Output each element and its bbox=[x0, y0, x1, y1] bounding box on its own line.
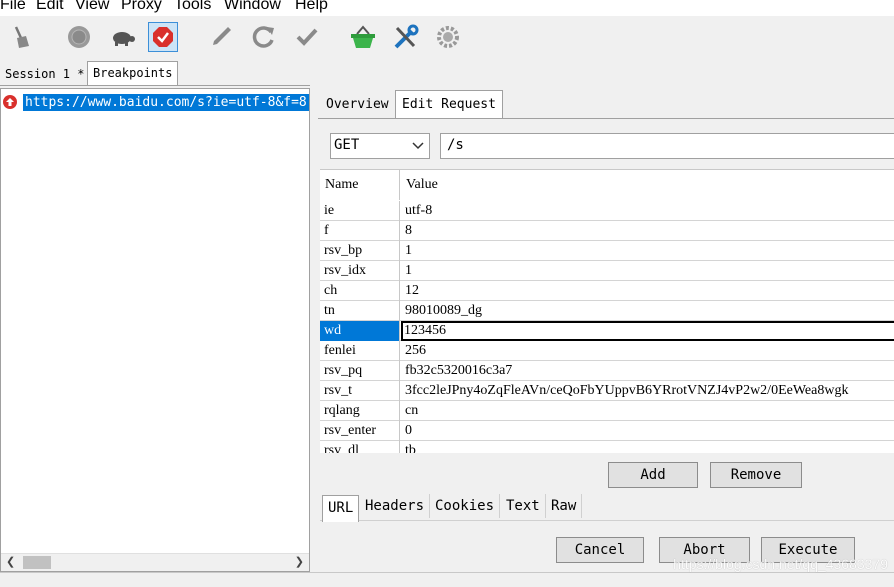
tab-overview[interactable]: Overview bbox=[320, 94, 395, 116]
param-name[interactable]: rsv_idx bbox=[320, 261, 400, 281]
request-url[interactable]: https://www.baidu.com/s?ie=utf-8&f=8 bbox=[23, 93, 309, 111]
tab-breakpoints[interactable]: Breakpoints bbox=[87, 61, 179, 85]
param-name[interactable]: ie bbox=[320, 201, 400, 221]
param-value[interactable]: 0 bbox=[401, 421, 894, 441]
param-name[interactable]: rsv_dl bbox=[320, 441, 400, 453]
check-icon[interactable] bbox=[292, 22, 322, 52]
param-name[interactable]: rsv_pq bbox=[320, 361, 400, 381]
tab-text[interactable]: Text bbox=[501, 494, 546, 518]
edit-request-panel: GET /s Name Value ie utf-8 f8 rsv_bp 1 rsv… bbox=[318, 118, 894, 573]
menu-file[interactable]: File bbox=[0, 0, 26, 14]
param-value[interactable]: 1 bbox=[401, 261, 894, 281]
param-name[interactable]: ch bbox=[320, 281, 400, 301]
table-row[interactable]: rsv_bp 1 bbox=[320, 241, 894, 261]
refresh-icon[interactable] bbox=[249, 22, 279, 52]
menu-window[interactable]: Window bbox=[224, 0, 281, 14]
param-value[interactable]: 3fcc2leJPny4oZqFleAVn/ceQoFbYUppvB6YRrot… bbox=[401, 381, 894, 401]
table-row[interactable]: fenlei 256 bbox=[320, 341, 894, 361]
param-value[interactable]: cn bbox=[401, 401, 894, 421]
basket-icon[interactable] bbox=[348, 22, 378, 52]
add-button[interactable]: Add bbox=[608, 462, 698, 488]
param-value[interactable]: 256 bbox=[401, 341, 894, 361]
param-name[interactable]: f bbox=[320, 221, 400, 241]
cancel-button[interactable]: Cancel bbox=[556, 537, 644, 563]
column-header-name[interactable]: Name bbox=[320, 170, 400, 200]
param-value[interactable]: 98010089_dg bbox=[401, 301, 894, 321]
tab-edit-request[interactable]: Edit Request bbox=[395, 90, 503, 118]
menu-help[interactable]: Help bbox=[295, 0, 328, 14]
tab-cookies[interactable]: Cookies bbox=[430, 494, 501, 518]
request-list-panel: https://www.baidu.com/s?ie=utf-8&f=8 ❮ ❯ bbox=[0, 88, 310, 572]
tab-headers[interactable]: Headers bbox=[360, 494, 431, 518]
record-icon[interactable] bbox=[64, 22, 94, 52]
pen-icon[interactable] bbox=[206, 22, 236, 52]
watermark: https://blog.csdn.net/qq_43683379 bbox=[673, 556, 888, 572]
table-row-selected[interactable]: wd 123456 bbox=[320, 321, 894, 341]
tab-session-1[interactable]: Session 1 * bbox=[0, 63, 89, 85]
param-value[interactable]: fb32c5320016c3a7 bbox=[401, 361, 894, 381]
tools-icon[interactable] bbox=[391, 22, 421, 52]
request-row[interactable]: https://www.baidu.com/s?ie=utf-8&f=8 bbox=[3, 93, 309, 111]
tab-url[interactable]: URL bbox=[322, 495, 360, 522]
table-row[interactable]: rsv_dl tb bbox=[320, 441, 894, 453]
status-bar bbox=[0, 572, 894, 587]
remove-button[interactable]: Remove bbox=[710, 462, 802, 488]
panel-splitter[interactable] bbox=[310, 88, 316, 572]
column-header-value[interactable]: Value bbox=[401, 170, 894, 200]
menu-edit[interactable]: Edit bbox=[36, 0, 64, 14]
param-value[interactable]: 12 bbox=[401, 281, 894, 301]
param-name[interactable]: rsv_enter bbox=[320, 421, 400, 441]
scrollbar-thumb[interactable] bbox=[23, 556, 51, 569]
table-row[interactable]: rsv_idx 1 bbox=[320, 261, 894, 281]
param-name[interactable]: tn bbox=[320, 301, 400, 321]
path-input[interactable]: /s bbox=[440, 133, 894, 159]
turtle-icon[interactable] bbox=[108, 22, 138, 52]
method-value: GET bbox=[334, 137, 360, 153]
table-row[interactable]: tn 98010089_dg bbox=[320, 301, 894, 321]
param-rows: ie utf-8 f8 rsv_bp 1 rsv_idx 1 ch 12 tn 98010… bbox=[320, 201, 894, 453]
table-row[interactable]: ch 12 bbox=[320, 281, 894, 301]
scroll-left-icon[interactable]: ❮ bbox=[6, 555, 15, 568]
table-row[interactable]: rsv_t 3fcc2leJPny4oZqFleAVn/ceQoFbYUppvB6… bbox=[320, 381, 894, 401]
request-view-tabs: URL Headers Cookies Text Raw bbox=[320, 494, 894, 522]
session-tabs: Session 1 * Breakpoints bbox=[0, 61, 310, 86]
toolbar bbox=[0, 16, 894, 61]
upload-arrow-icon bbox=[3, 95, 17, 109]
chevron-down-icon bbox=[411, 138, 425, 157]
param-value[interactable]: 8 bbox=[401, 221, 894, 241]
param-value[interactable]: utf-8 bbox=[401, 201, 894, 221]
menu-tools[interactable]: Tools bbox=[174, 0, 211, 14]
param-name[interactable]: wd bbox=[320, 321, 400, 341]
gear-icon[interactable] bbox=[433, 22, 463, 52]
breakpoint-icon[interactable] bbox=[148, 22, 178, 52]
inspector-tabs: Overview Edit Request bbox=[318, 88, 894, 118]
scroll-right-icon[interactable]: ❯ bbox=[295, 555, 304, 568]
path-value: /s bbox=[447, 137, 464, 153]
table-row[interactable]: rsv_enter 0 bbox=[320, 421, 894, 441]
param-value[interactable]: 1 bbox=[401, 241, 894, 261]
method-select[interactable]: GET bbox=[330, 133, 430, 159]
param-name[interactable]: rqlang bbox=[320, 401, 400, 421]
broom-icon[interactable] bbox=[6, 22, 36, 52]
param-name[interactable]: fenlei bbox=[320, 341, 400, 361]
tab-raw[interactable]: Raw bbox=[546, 494, 583, 518]
param-name[interactable]: rsv_bp bbox=[320, 241, 400, 261]
horizontal-scrollbar[interactable]: ❮ ❯ bbox=[1, 553, 309, 571]
param-value[interactable]: tb bbox=[401, 441, 894, 453]
param-name[interactable]: rsv_t bbox=[320, 381, 400, 401]
menu-proxy[interactable]: Proxy bbox=[121, 0, 162, 14]
menu-bar: File Edit View Proxy Tools Window Help bbox=[0, 0, 894, 16]
table-row[interactable]: rsv_pq fb32c5320016c3a7 bbox=[320, 361, 894, 381]
table-row[interactable]: rqlang cn bbox=[320, 401, 894, 421]
table-row[interactable]: ie utf-8 bbox=[320, 201, 894, 221]
menu-view[interactable]: View bbox=[75, 0, 109, 14]
param-value-editor[interactable]: 123456 bbox=[401, 321, 894, 341]
param-grid: Name Value ie utf-8 f8 rsv_bp 1 rsv_idx 1 c… bbox=[320, 169, 894, 453]
table-row[interactable]: f8 bbox=[320, 221, 894, 241]
